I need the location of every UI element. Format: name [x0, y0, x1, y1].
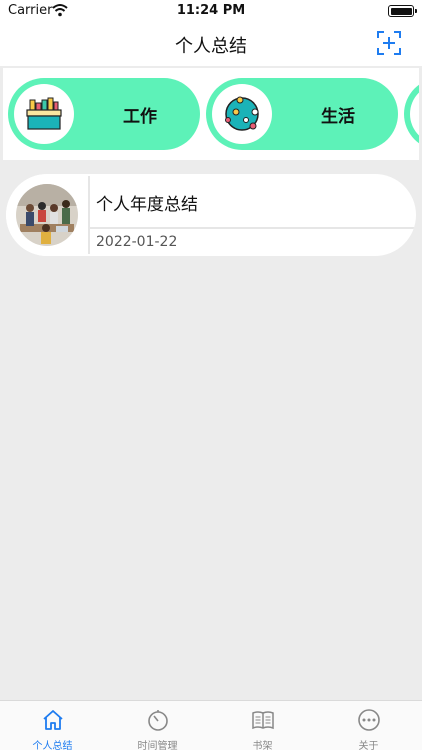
category-label: 工作: [123, 107, 157, 127]
category-strip[interactable]: 工作 生活: [3, 68, 419, 160]
summary-title: 个人年度总结: [96, 195, 198, 215]
summary-list-item[interactable]: 个人年度总结 2022-01-22: [6, 174, 416, 256]
timer-icon: [147, 710, 168, 731]
page-title: 个人总结: [175, 36, 247, 57]
tab-label: 时间管理: [137, 741, 178, 750]
tab-personal-summary[interactable]: 个人总结: [0, 701, 105, 750]
category-card-life[interactable]: 生活: [206, 78, 398, 150]
status-bar: Carrier 11:24 PM: [0, 0, 422, 22]
summary-date: 2022-01-22: [96, 234, 178, 250]
tab-label: 关于: [358, 741, 379, 750]
tab-time-management[interactable]: 时间管理: [105, 701, 210, 750]
tab-label: 书架: [252, 741, 273, 750]
category-label: 生活: [321, 107, 355, 127]
book-icon: [251, 711, 274, 730]
divider: [90, 227, 416, 229]
tab-bookshelf[interactable]: 书架: [210, 701, 315, 750]
status-time: 11:24 PM: [176, 3, 246, 18]
briefcase-icon: [14, 84, 74, 144]
tab-bar: 个人总结 时间管理 书架 关于: [0, 700, 422, 750]
planet-icon: [212, 84, 272, 144]
tab-label: 个人总结: [32, 741, 73, 750]
category-card-more[interactable]: [404, 78, 419, 150]
home-icon: [42, 710, 63, 730]
summary-thumbnail: [6, 174, 88, 256]
category-card-work[interactable]: 工作: [8, 78, 200, 150]
divider: [88, 176, 90, 254]
navigation-bar: 个人总结: [0, 22, 422, 66]
battery-icon: [388, 5, 417, 17]
tab-about[interactable]: 关于: [316, 701, 421, 750]
more-circle-icon: [357, 709, 380, 731]
add-square-icon[interactable]: [376, 30, 402, 56]
category-icon: [410, 84, 419, 144]
